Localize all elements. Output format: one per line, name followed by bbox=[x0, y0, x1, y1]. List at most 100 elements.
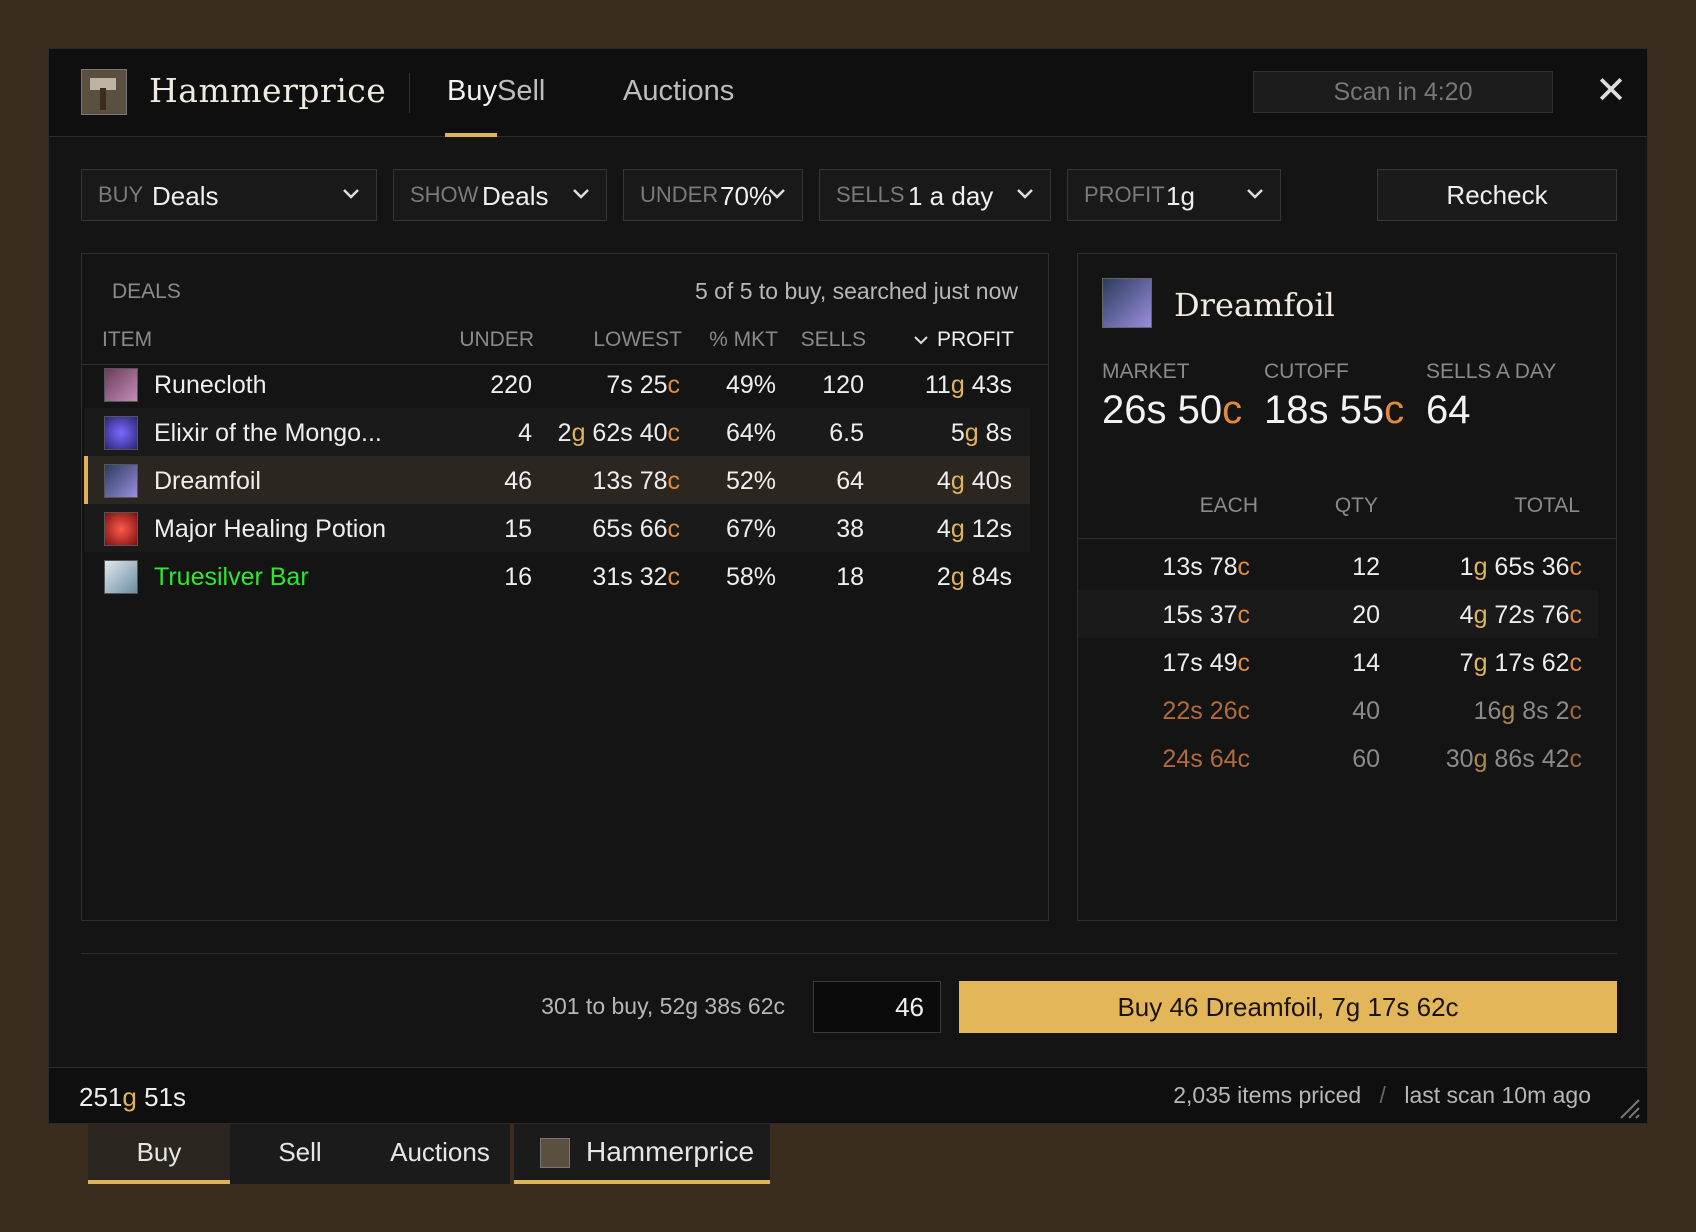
market-label: MARKET bbox=[1102, 360, 1190, 383]
detail-title: Dreamfoil bbox=[1174, 286, 1335, 324]
order-row[interactable]: 15s 37c 20 4g 72s 76c bbox=[1078, 590, 1598, 638]
gold: 4 bbox=[936, 515, 951, 543]
col-item[interactable]: ITEM bbox=[102, 328, 152, 352]
gold: 2 bbox=[936, 563, 951, 591]
filter-label: UNDER bbox=[640, 182, 719, 207]
items-priced: 2,035 items priced bbox=[1173, 1082, 1362, 1108]
profit-value: 4g 40s bbox=[936, 467, 1012, 495]
filter-value: 70% bbox=[720, 181, 773, 211]
profit-filter-dropdown[interactable]: PROFIT 1g bbox=[1067, 169, 1281, 221]
taskbar-buy[interactable]: Buy bbox=[88, 1124, 230, 1184]
silver: 26 bbox=[1102, 388, 1147, 432]
silver: 17 bbox=[1494, 649, 1523, 677]
item-name: Major Healing Potion bbox=[154, 515, 387, 543]
each-value: 15s 37c bbox=[1162, 601, 1250, 629]
sells-value: 38 bbox=[836, 515, 864, 543]
each-value: 17s 49c bbox=[1162, 649, 1250, 677]
silver: 65 bbox=[1494, 553, 1523, 581]
resize-grip-icon[interactable] bbox=[1615, 1094, 1641, 1120]
table-row-selected[interactable]: Dreamfoil 46 13s 78c 52% 64 4g 40s bbox=[84, 456, 1030, 504]
order-row[interactable]: 13s 78c 12 1g 65s 36c bbox=[1078, 542, 1598, 590]
table-row[interactable]: Runecloth 220 7s 25c 49% 120 11g 43s bbox=[84, 360, 1030, 408]
mkt-value: 58% bbox=[725, 563, 776, 591]
chevron-down-icon bbox=[343, 189, 359, 199]
copper: 49 bbox=[1209, 649, 1238, 677]
tab-sell[interactable]: Sell bbox=[497, 75, 545, 108]
taskbar-auctions[interactable]: Auctions bbox=[370, 1124, 510, 1184]
buy-summary: 301 to buy, 52g 38s 62c bbox=[541, 993, 785, 1019]
mkt-value: 52% bbox=[725, 467, 776, 495]
profit-value: 11g 43s bbox=[924, 371, 1012, 399]
item-name: Dreamfoil bbox=[154, 467, 261, 495]
chevron-down-icon bbox=[914, 336, 928, 345]
copper: 76 bbox=[1541, 601, 1570, 629]
sells-value: 6.5 bbox=[829, 419, 864, 447]
chevron-down-icon bbox=[769, 189, 785, 199]
sells-filter-dropdown[interactable]: SELLS 1 a day bbox=[819, 169, 1051, 221]
table-row[interactable]: Elixir of the Mongo... 4 2g 62s 40c 64% … bbox=[84, 408, 1030, 456]
qty-value: 12 bbox=[1352, 553, 1380, 581]
order-row[interactable]: 22s 26c 40 16g 8s 2c bbox=[1078, 686, 1598, 734]
silver: 17 bbox=[1162, 649, 1191, 677]
lowest-value: 31s 32c bbox=[592, 563, 680, 591]
hammer-icon bbox=[540, 1138, 570, 1168]
col-profit[interactable]: PROFIT bbox=[913, 328, 1014, 352]
silver: 43 bbox=[971, 371, 1000, 399]
show-filter-dropdown[interactable]: SHOW Deals bbox=[393, 169, 607, 221]
copper: 78 bbox=[1209, 553, 1238, 581]
close-button[interactable]: ✕ bbox=[1593, 72, 1629, 110]
taskbar-app[interactable]: Hammerprice bbox=[514, 1124, 770, 1184]
copper: 42 bbox=[1541, 745, 1570, 773]
col-under[interactable]: UNDER bbox=[459, 328, 534, 352]
silver: 40 bbox=[971, 467, 1000, 495]
buy-filter-dropdown[interactable]: BUY Deals bbox=[81, 169, 377, 221]
table-row[interactable]: Major Healing Potion 15 65s 66c 67% 38 4… bbox=[84, 504, 1030, 552]
copper: 66 bbox=[639, 515, 668, 543]
table-row[interactable]: Truesilver Bar 16 31s 32c 58% 18 2g 84s bbox=[84, 552, 1030, 600]
copper: 50 bbox=[1177, 388, 1223, 432]
gold: 11 bbox=[924, 371, 951, 399]
silver: 24 bbox=[1162, 745, 1191, 773]
col-sells[interactable]: SELLS bbox=[801, 328, 866, 352]
buy-button[interactable]: Buy 46 Dreamfoil, 7g 17s 62c bbox=[959, 981, 1617, 1033]
active-tab-indicator bbox=[445, 133, 497, 137]
cutoff-label: CUTOFF bbox=[1264, 360, 1349, 383]
filter-label: SELLS bbox=[836, 182, 905, 207]
order-row[interactable]: 24s 64c 60 30g 86s 42c bbox=[1078, 734, 1598, 782]
silver: 31 bbox=[592, 563, 621, 591]
lowest-value: 2g 62s 40c bbox=[557, 419, 680, 447]
total-value: 16g 8s 2c bbox=[1473, 697, 1582, 725]
item-name: Runecloth bbox=[154, 371, 267, 399]
order-row[interactable]: 17s 49c 14 7g 17s 62c bbox=[1078, 638, 1598, 686]
sells-a-day-label: SELLS A DAY bbox=[1426, 360, 1557, 383]
mkt-value: 67% bbox=[725, 515, 776, 543]
profit-value: 5g 8s bbox=[950, 419, 1012, 447]
dreamfoil-icon bbox=[104, 464, 138, 498]
qty-value: 20 bbox=[1352, 601, 1380, 629]
gold: 4 bbox=[936, 467, 951, 495]
truesilver-bar-icon bbox=[104, 560, 138, 594]
tab-auctions[interactable]: Auctions bbox=[623, 75, 734, 108]
hammer-icon bbox=[81, 69, 127, 115]
col-lowest[interactable]: LOWEST bbox=[593, 328, 682, 352]
quantity-input[interactable] bbox=[813, 981, 941, 1033]
scan-button[interactable]: Scan in 4:20 bbox=[1253, 71, 1553, 113]
sells-a-day-value: 64 bbox=[1426, 388, 1471, 432]
col-qty: QTY bbox=[1334, 494, 1378, 517]
total-value: 30g 86s 42c bbox=[1445, 745, 1582, 773]
gold: 251 bbox=[79, 1082, 123, 1112]
deals-label: DEALS bbox=[112, 280, 181, 303]
recheck-button[interactable]: Recheck bbox=[1377, 169, 1617, 221]
under-filter-dropdown[interactable]: UNDER 70% bbox=[623, 169, 803, 221]
taskbar-sell[interactable]: Sell bbox=[230, 1124, 370, 1184]
deals-panel: DEALS 5 of 5 to buy, searched just now I… bbox=[81, 253, 1049, 921]
filter-label: PROFIT bbox=[1084, 182, 1165, 207]
tab-buy[interactable]: Buy bbox=[447, 75, 497, 108]
col-mkt[interactable]: % MKT bbox=[709, 328, 778, 352]
silver: 65 bbox=[592, 515, 621, 543]
sells-value: 64 bbox=[836, 467, 864, 495]
under-value: 4 bbox=[518, 419, 532, 447]
copper: 78 bbox=[639, 467, 668, 495]
status-bar: 251g 51s 2,035 items priced / last scan … bbox=[49, 1067, 1647, 1123]
taskbar: Buy Sell Auctions Hammerprice bbox=[88, 1124, 770, 1184]
